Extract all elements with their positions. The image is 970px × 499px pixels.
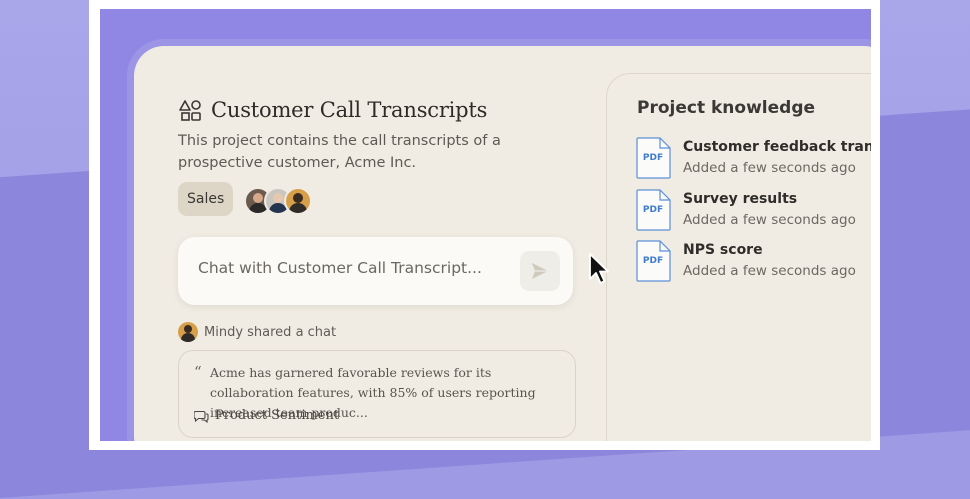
pdf-file-icon: PDF xyxy=(635,137,671,179)
chat-composer xyxy=(178,237,573,305)
chat-title: Product Sentiment xyxy=(215,408,340,423)
file-meta: Added a few seconds ago xyxy=(683,263,856,279)
file-name: Survey results xyxy=(683,191,798,207)
member-avatars[interactable] xyxy=(244,187,312,215)
pdf-file-icon: PDF xyxy=(635,189,671,231)
screenshot-stage: Customer Call Transcripts This project c… xyxy=(100,9,871,441)
chat-input[interactable] xyxy=(198,259,508,277)
file-meta: Added a few seconds ago xyxy=(683,160,856,176)
shared-chat-card[interactable]: “ Acme has garnered favorable reviews fo… xyxy=(178,350,576,438)
avatar xyxy=(178,322,198,342)
file-name: Customer feedback transcripts xyxy=(683,139,871,155)
mouse-pointer-icon xyxy=(589,253,609,284)
project-description: This project contains the call transcrip… xyxy=(178,133,501,171)
knowledge-title: Project knowledge xyxy=(637,98,816,118)
shapes-icon xyxy=(179,100,201,121)
project-tag[interactable]: Sales xyxy=(178,182,234,216)
file-type: PDF xyxy=(642,205,664,215)
file-name: NPS score xyxy=(683,242,763,258)
file-type: PDF xyxy=(642,153,664,163)
pdf-file-icon: PDF xyxy=(635,240,671,282)
shared-chat-notice: Mindy shared a chat xyxy=(178,322,336,342)
quote-mark: “ xyxy=(194,363,202,381)
knowledge-file[interactable]: PDF NPS score Added a few seconds ago xyxy=(635,240,871,282)
send-button[interactable] xyxy=(520,251,560,291)
project-knowledge-panel: Project knowledge PDF Customer feedback … xyxy=(606,73,871,441)
avatar[interactable] xyxy=(284,187,312,215)
project-window: Customer Call Transcripts This project c… xyxy=(134,46,871,441)
project-title: Customer Call Transcripts xyxy=(211,98,488,122)
project-header: Customer Call Transcripts xyxy=(179,98,487,122)
file-type: PDF xyxy=(642,256,664,266)
send-icon xyxy=(532,263,548,279)
knowledge-file[interactable]: PDF Survey results Added a few seconds a… xyxy=(635,189,871,231)
chat-title-row: Product Sentiment xyxy=(194,408,339,423)
chat-bubbles-icon xyxy=(194,410,209,423)
shared-chat-text: Mindy shared a chat xyxy=(204,324,337,340)
file-meta: Added a few seconds ago xyxy=(683,212,856,228)
knowledge-file[interactable]: PDF Customer feedback transcripts Added … xyxy=(635,137,871,179)
